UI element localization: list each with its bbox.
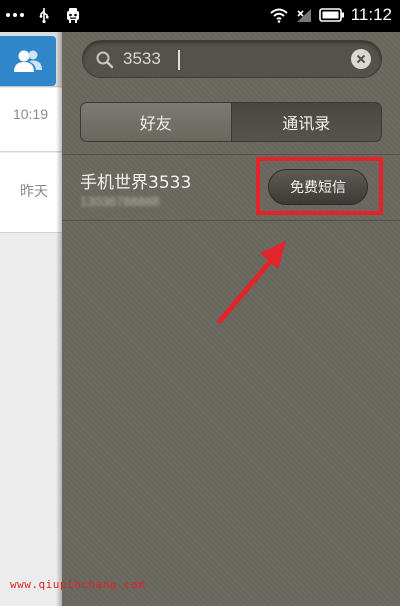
divider <box>62 154 400 155</box>
segmented-tabs: 好友 通讯录 <box>80 102 382 142</box>
battery-icon <box>318 8 344 22</box>
search-icon <box>96 51 114 69</box>
clear-icon[interactable] <box>351 49 371 69</box>
watermark: www.qiupinchang.com <box>10 578 146 591</box>
result-name: 手机世界3533 <box>80 173 192 193</box>
usb-icon <box>39 8 49 23</box>
conversation-row[interactable]: 10:19 <box>0 88 62 152</box>
red-arrow-icon <box>217 241 286 324</box>
divider <box>62 220 400 221</box>
conversation-list-panel: 10:19 昨天 <box>0 32 62 606</box>
clock: 11:12 <box>350 5 392 24</box>
search-overlay: 3533 好友 通讯录 手机世界3533 13036788888 免费短信 <box>62 32 400 606</box>
robot-icon <box>67 8 79 23</box>
status-bar: 11:12 <box>0 0 400 32</box>
tab-friends[interactable]: 好友 <box>81 103 232 141</box>
conversation-row[interactable]: 昨天 <box>0 153 62 233</box>
wifi-icon <box>270 8 288 23</box>
conversation-time: 昨天 <box>20 183 48 199</box>
contacts-tab[interactable] <box>0 36 56 86</box>
result-phone: 13036788888 <box>80 194 160 209</box>
left-header <box>0 32 62 87</box>
more-dots-icon <box>6 13 24 17</box>
search-query: 3533 <box>123 49 161 68</box>
search-input[interactable]: 3533 <box>82 40 382 78</box>
highlight-box <box>256 157 383 215</box>
conversation-time: 10:19 <box>12 106 48 122</box>
text-cursor <box>178 50 180 70</box>
tab-contacts[interactable]: 通讯录 <box>231 103 381 141</box>
signal-icon <box>296 9 311 22</box>
contacts-icon <box>14 50 42 72</box>
